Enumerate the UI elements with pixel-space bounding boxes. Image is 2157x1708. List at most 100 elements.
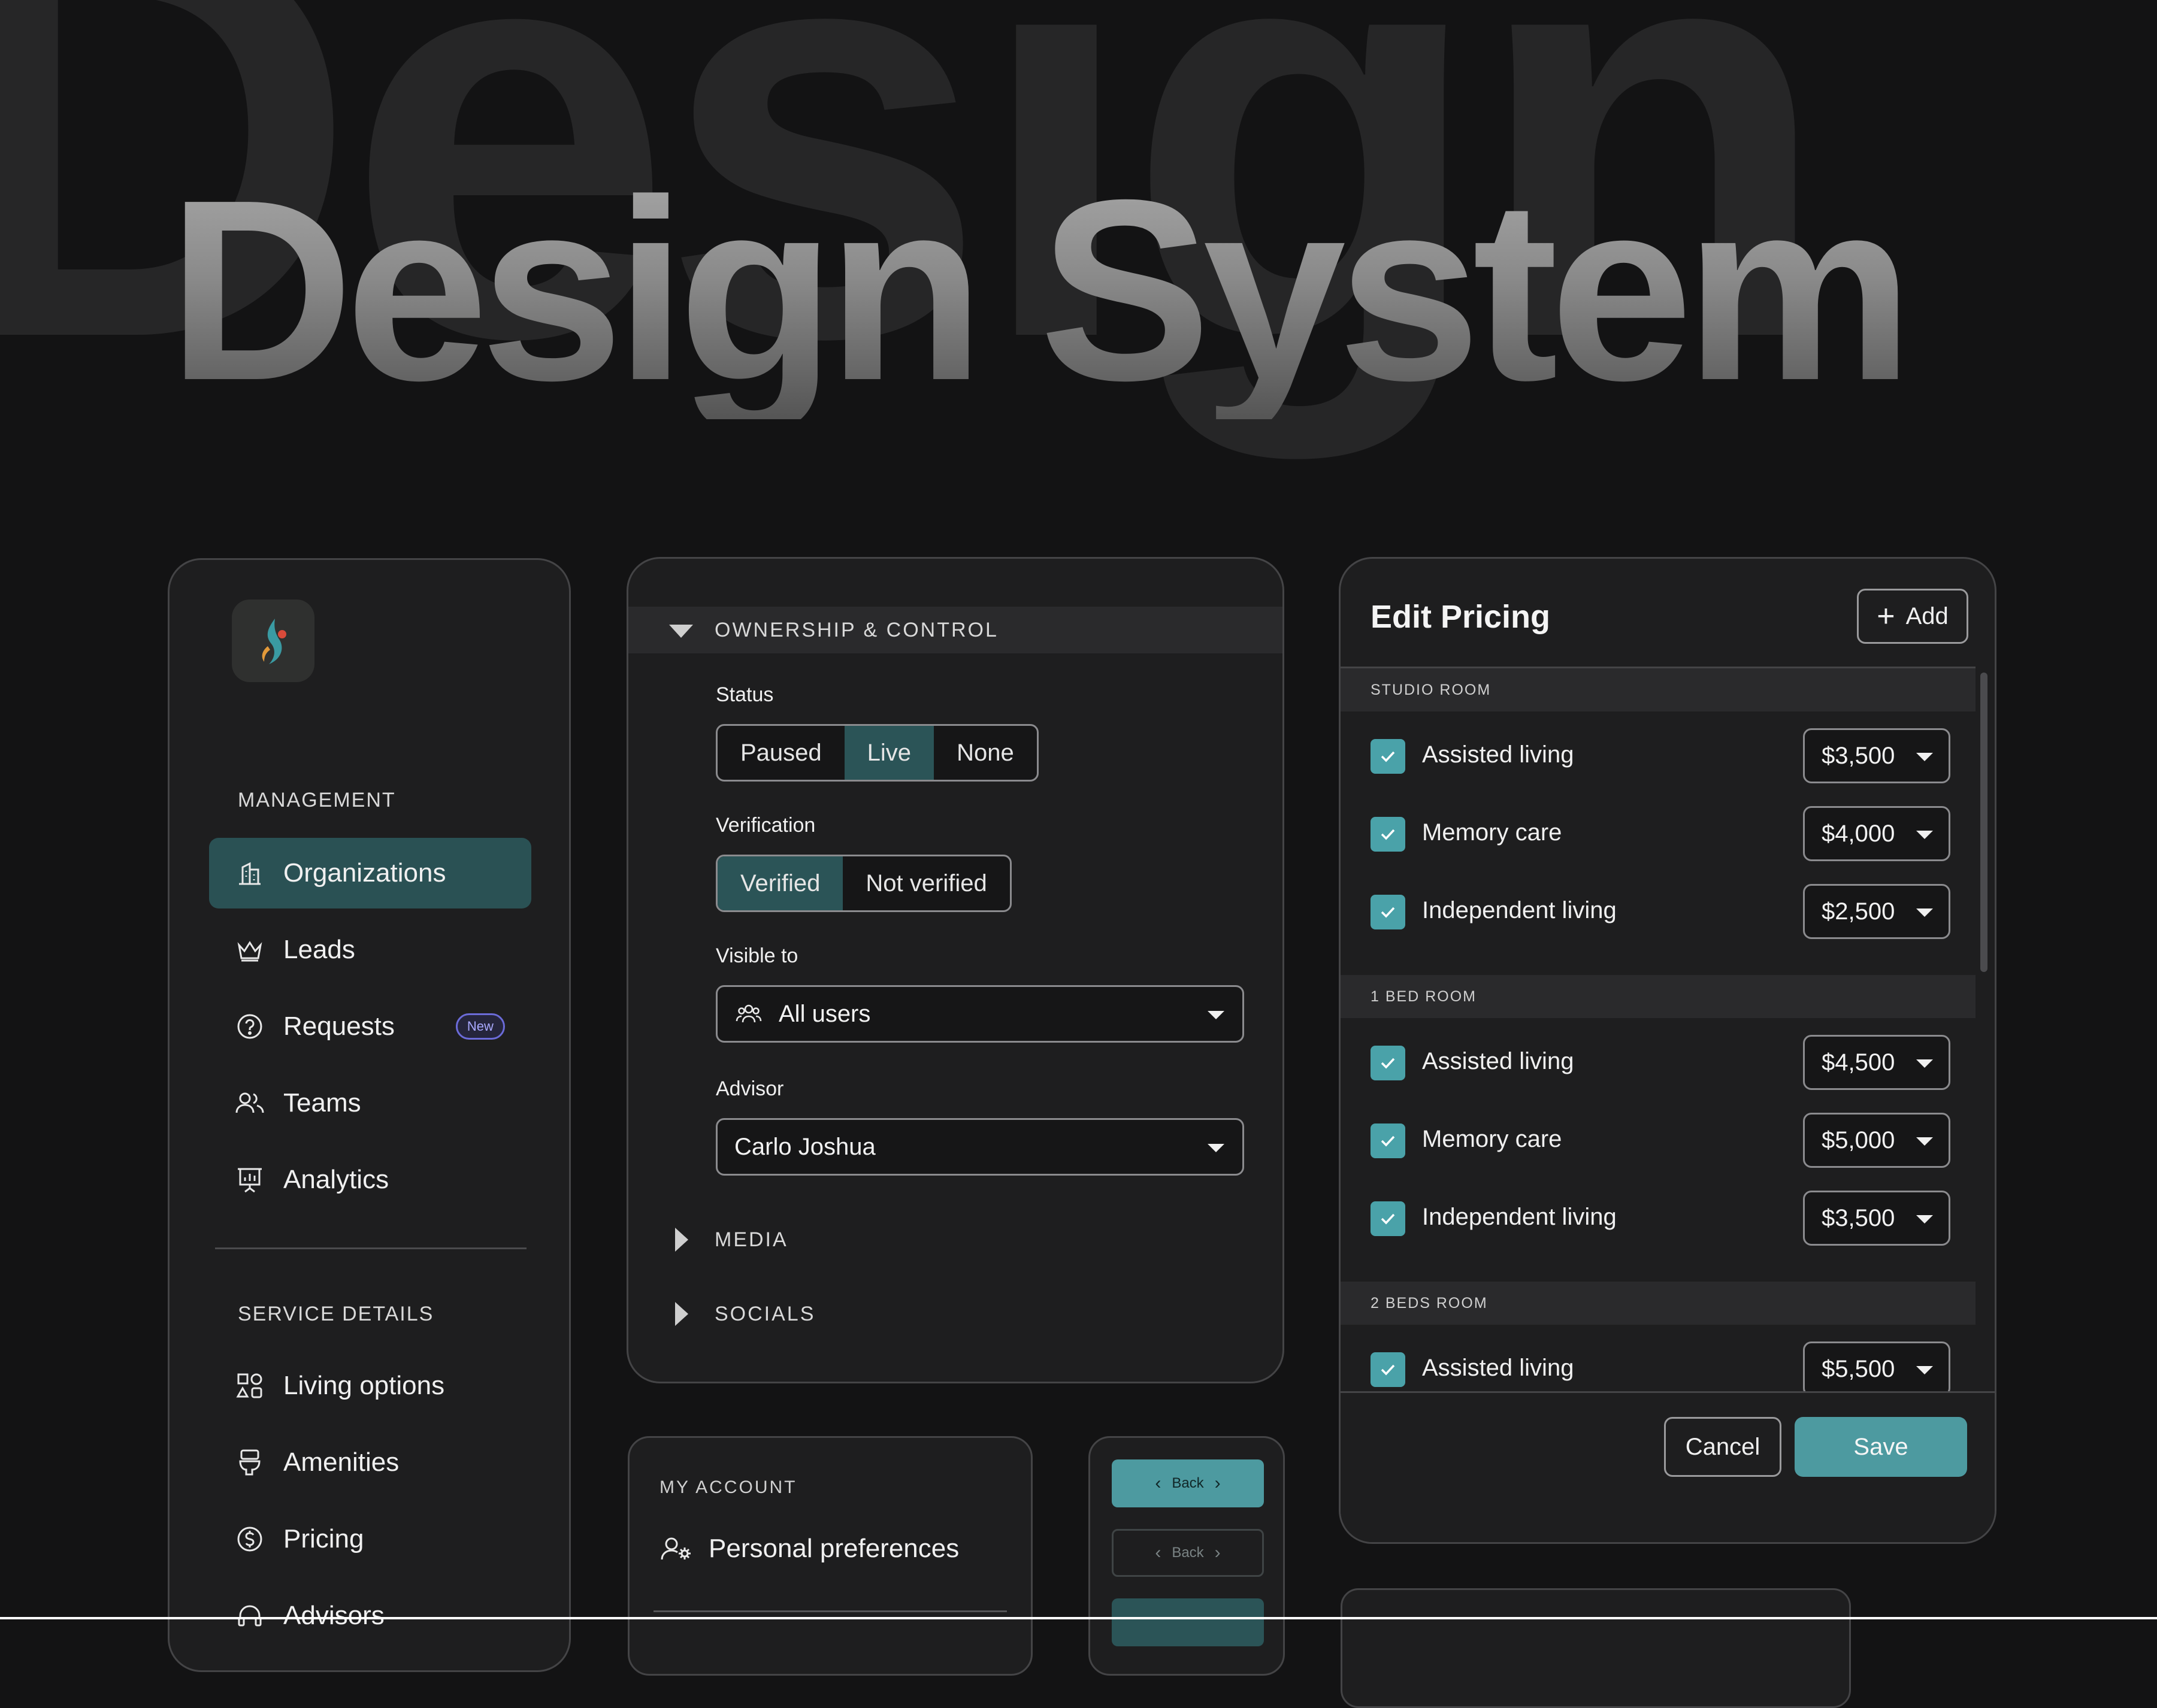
advisor-value: Carlo Joshua — [734, 1133, 876, 1160]
user-settings-icon — [659, 1534, 693, 1563]
row-label: Independent living — [1422, 897, 1617, 923]
status-label: Status — [716, 683, 774, 706]
price-select[interactable]: $3,500 — [1803, 1191, 1950, 1246]
check-icon — [1381, 1058, 1395, 1069]
sidebar-item-teams[interactable]: Teams — [209, 1068, 531, 1138]
chevron-left-icon: ‹ — [1155, 1543, 1161, 1562]
sidebar-item-amenities[interactable]: Amenities — [209, 1427, 531, 1498]
row-label: Assisted living — [1422, 741, 1574, 768]
price-value: $2,500 — [1822, 898, 1895, 925]
caret-down-icon — [1916, 1137, 1933, 1146]
personal-preferences-label: Personal preferences — [709, 1534, 960, 1563]
headset-icon — [234, 1600, 265, 1631]
price-select[interactable]: $4,500 — [1803, 1035, 1950, 1090]
price-select[interactable]: $5,000 — [1803, 1113, 1950, 1168]
check-icon — [1381, 1213, 1395, 1225]
building-icon — [234, 858, 265, 889]
price-select[interactable]: $5,500 — [1803, 1341, 1950, 1393]
back-button-dark[interactable] — [1112, 1598, 1264, 1646]
check-icon — [1381, 907, 1395, 918]
chevron-right-icon: › — [1214, 1473, 1221, 1493]
price-value: $4,500 — [1822, 1049, 1895, 1076]
save-button[interactable]: Save — [1795, 1417, 1967, 1477]
back-button-outline[interactable]: ‹ Back › — [1112, 1529, 1264, 1577]
edit-pricing-title: Edit Pricing — [1371, 599, 1551, 635]
status-segmented-control: Paused Live None — [716, 724, 1039, 782]
advisor-label: Advisor — [716, 1077, 784, 1100]
sidebar-item-analytics[interactable]: Analytics — [209, 1144, 531, 1215]
sidebar-item-label: Requests — [283, 1012, 395, 1041]
sidebar-divider — [215, 1247, 527, 1249]
ownership-control-panel: OWNERSHIP & CONTROL Status Paused Live N… — [627, 557, 1284, 1383]
management-section-title: MANAGEMENT — [238, 789, 396, 811]
verification-segmented-control: Verified Not verified — [716, 855, 1012, 912]
accordion-socials[interactable]: SOCIALS — [628, 1291, 1282, 1337]
accordion-title: OWNERSHIP & CONTROL — [715, 618, 999, 641]
new-badge: New — [455, 1013, 505, 1040]
checkbox-checked[interactable] — [1371, 1046, 1405, 1080]
sidebar-item-requests[interactable]: Requests New — [209, 991, 531, 1062]
button-states-panel: ‹ Back › ‹ Back › — [1088, 1436, 1285, 1676]
visible-to-select[interactable]: All users — [716, 985, 1244, 1043]
visible-to-label: Visible to — [716, 944, 798, 967]
group-header: 2 BEDS ROOM — [1341, 1282, 1976, 1325]
caret-down-icon — [1916, 1215, 1933, 1224]
price-value: $5,500 — [1822, 1355, 1895, 1382]
shapes-icon — [234, 1370, 265, 1401]
checkbox-checked[interactable] — [1371, 1352, 1405, 1387]
sidebar-item-label: Amenities — [283, 1447, 400, 1477]
sidebar-item-label: Analytics — [283, 1165, 389, 1194]
sidebar-item-label: Living options — [283, 1371, 445, 1400]
checkbox-checked[interactable] — [1371, 1123, 1405, 1158]
checkbox-checked[interactable] — [1371, 895, 1405, 929]
group-header: 1 BED ROOM — [1341, 975, 1976, 1018]
sidebar-item-organizations[interactable]: Organizations — [209, 838, 531, 908]
price-select[interactable]: $2,500 — [1803, 884, 1950, 939]
app-logo[interactable] — [232, 599, 314, 682]
caret-down-icon — [1916, 1366, 1933, 1374]
check-icon — [1381, 1364, 1395, 1376]
partial-panel — [1341, 1588, 1851, 1708]
verification-option-not-verified[interactable]: Not verified — [843, 856, 1009, 910]
scrollbar-thumb[interactable] — [1980, 673, 1987, 972]
check-icon — [1381, 1135, 1395, 1147]
row-label: Independent living — [1422, 1204, 1617, 1230]
sidebar-item-label: Teams — [283, 1088, 361, 1118]
row-label: Assisted living — [1422, 1048, 1574, 1074]
crown-icon — [234, 934, 265, 965]
add-button[interactable]: + Add — [1857, 589, 1968, 644]
status-option-none[interactable]: None — [934, 726, 1037, 780]
price-select[interactable]: $3,500 — [1803, 728, 1950, 783]
sidebar-item-advisors[interactable]: Advisors — [209, 1580, 531, 1651]
row-label: Memory care — [1422, 1126, 1562, 1152]
flame-logo-icon — [262, 619, 286, 664]
verification-label: Verification — [716, 814, 816, 837]
status-option-paused[interactable]: Paused — [718, 726, 845, 780]
personal-preferences-item[interactable]: Personal preferences — [659, 1534, 959, 1564]
back-button-filled[interactable]: ‹ Back › — [1112, 1459, 1264, 1507]
checkbox-checked[interactable] — [1371, 817, 1405, 852]
status-option-live[interactable]: Live — [844, 726, 934, 780]
accordion-ownership-control[interactable]: OWNERSHIP & CONTROL — [628, 607, 1282, 653]
price-value: $3,500 — [1822, 742, 1895, 769]
advisor-select[interactable]: Carlo Joshua — [716, 1118, 1244, 1176]
pricing-row: Memory care $4,000 — [1341, 797, 1976, 874]
sidebar-item-living-options[interactable]: Living options — [209, 1350, 531, 1421]
sidebar-item-leads[interactable]: Leads — [209, 914, 531, 985]
cancel-button[interactable]: Cancel — [1664, 1417, 1781, 1477]
caret-down-icon — [1208, 1144, 1224, 1152]
service-details-section-title: SERVICE DETAILS — [238, 1303, 434, 1325]
verification-option-verified[interactable]: Verified — [718, 856, 843, 910]
caret-down-icon — [1916, 831, 1933, 839]
edit-pricing-panel: Edit Pricing + Add STUDIO ROOM Assisted … — [1339, 557, 1996, 1544]
sidebar: MANAGEMENT Organizations Leads Requests … — [168, 558, 571, 1672]
accordion-media[interactable]: MEDIA — [628, 1216, 1282, 1263]
dollar-circle-icon — [234, 1524, 265, 1555]
my-account-section-title: MY ACCOUNT — [659, 1477, 797, 1497]
price-select[interactable]: $4,000 — [1803, 806, 1950, 861]
checkbox-checked[interactable] — [1371, 1201, 1405, 1236]
checkbox-checked[interactable] — [1371, 739, 1405, 774]
sidebar-item-pricing[interactable]: Pricing — [209, 1504, 531, 1574]
toilet-icon — [234, 1447, 265, 1478]
pricing-row: Assisted living $3,500 — [1341, 719, 1976, 797]
